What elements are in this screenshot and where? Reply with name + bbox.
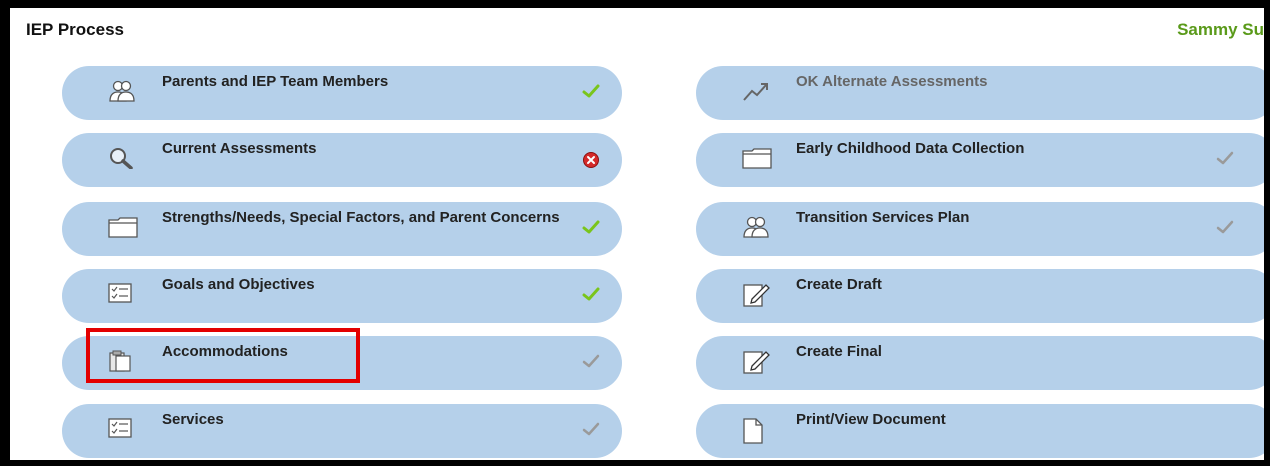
- step-print-view[interactable]: Print/View Document: [696, 404, 1264, 458]
- step-accommodations[interactable]: Accommodations: [62, 336, 622, 390]
- step-goals-objectives[interactable]: Goals and Objectives: [62, 269, 622, 323]
- student-name: Sammy Su: [1177, 20, 1264, 39]
- people-icon: [742, 216, 769, 238]
- step-label: Goals and Objectives: [162, 276, 315, 293]
- step-create-draft[interactable]: Create Draft: [696, 269, 1264, 323]
- step-parents-team[interactable]: Parents and IEP Team Members: [62, 66, 622, 120]
- document-icon: [742, 418, 768, 444]
- step-ok-alternate-assessments: OK Alternate Assessments: [696, 66, 1264, 120]
- step-label: Transition Services Plan: [796, 209, 970, 226]
- step-strengths-needs[interactable]: Strengths/Needs, Special Factors, and Pa…: [62, 202, 622, 256]
- step-label: Print/View Document: [796, 411, 946, 428]
- folder-icon: [742, 147, 772, 169]
- edit-doc-icon: [742, 350, 770, 374]
- step-label: Services: [162, 411, 224, 428]
- clipboard-icon: [108, 350, 134, 372]
- gray-check-icon: [582, 422, 600, 440]
- check-icon: [582, 287, 600, 305]
- page-title: IEP Process: [26, 20, 124, 39]
- step-label: Strengths/Needs, Special Factors, and Pa…: [162, 209, 560, 226]
- step-label: Create Draft: [796, 276, 882, 293]
- magnifier-icon: [108, 147, 134, 170]
- gray-check-icon: [1216, 220, 1234, 238]
- step-label: Parents and IEP Team Members: [162, 73, 389, 90]
- folder-icon: [108, 216, 138, 238]
- edit-doc-icon: [742, 283, 770, 307]
- step-label: Accommodations: [162, 343, 288, 360]
- checklist-icon: [108, 418, 134, 440]
- step-label: Early Childhood Data Collection: [796, 140, 1025, 157]
- checklist-icon: [108, 283, 134, 305]
- trend-arrow-icon: [742, 80, 768, 102]
- iep-process-panel: IEP Process Sammy Su Parents and IEP Tea…: [10, 8, 1264, 460]
- check-icon: [582, 220, 600, 238]
- gray-check-icon: [1216, 151, 1234, 169]
- gray-check-icon: [582, 354, 600, 372]
- step-transition-services[interactable]: Transition Services Plan: [696, 202, 1264, 256]
- step-label: Create Final: [796, 343, 882, 360]
- step-services[interactable]: Services: [62, 404, 622, 458]
- error-icon: [582, 151, 600, 169]
- step-label: Current Assessments: [162, 140, 317, 157]
- step-early-childhood[interactable]: Early Childhood Data Collection: [696, 133, 1264, 187]
- step-create-final[interactable]: Create Final: [696, 336, 1264, 390]
- step-label: OK Alternate Assessments: [796, 73, 988, 90]
- check-icon: [582, 84, 600, 102]
- people-icon: [108, 80, 135, 102]
- step-current-assessments[interactable]: Current Assessments: [62, 133, 622, 187]
